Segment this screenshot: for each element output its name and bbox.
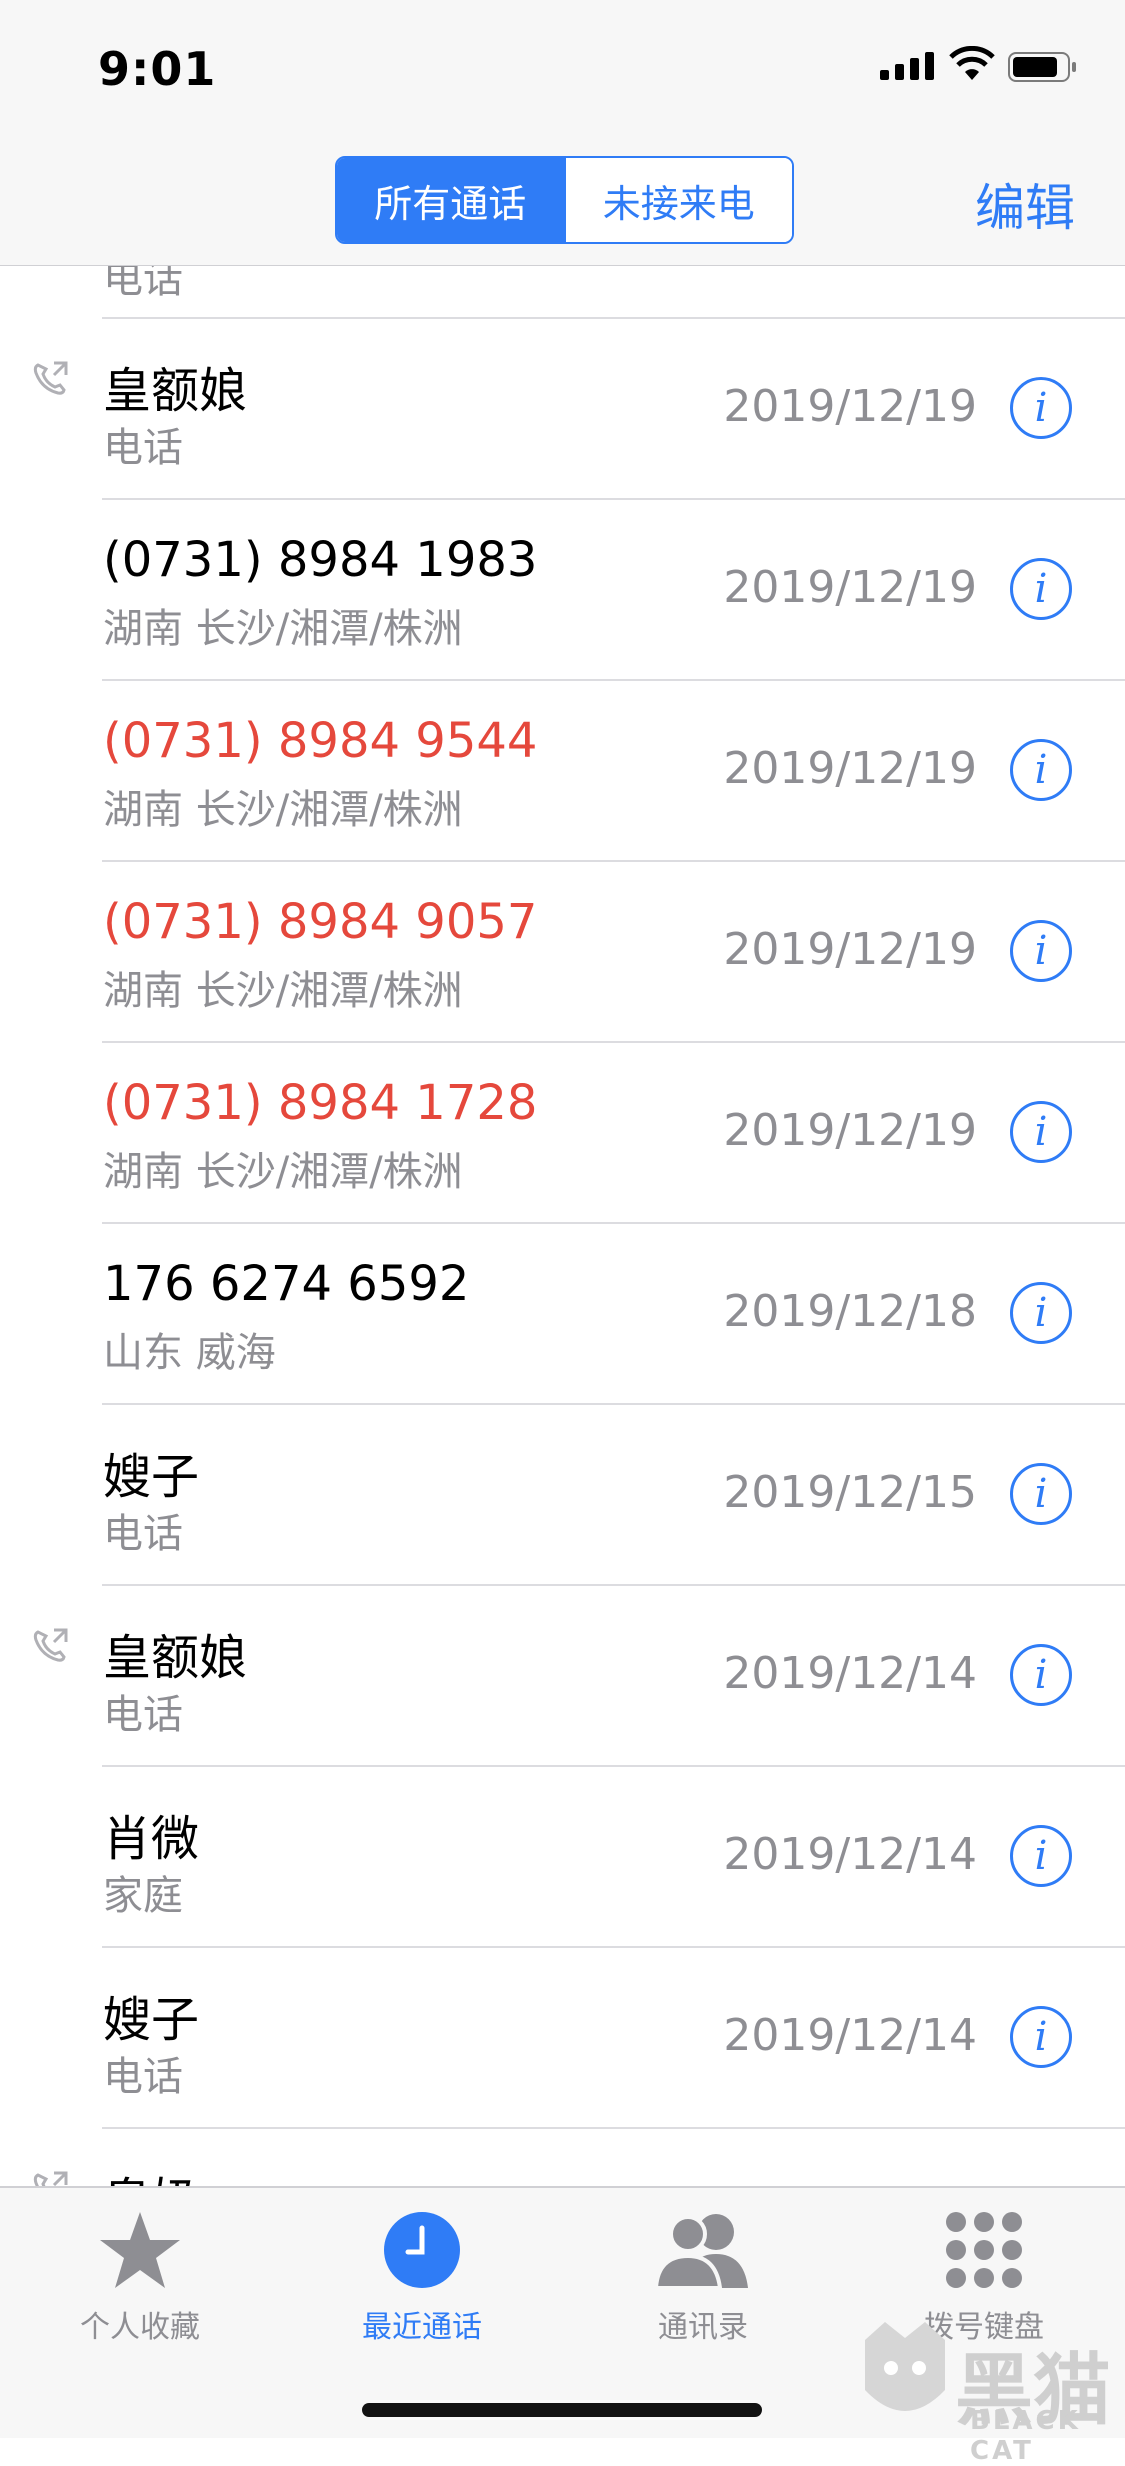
call-row[interactable]: 皇额娘电话 2019/12/14 i — [0, 1586, 1125, 1767]
segment-missed-calls[interactable]: 未接来电 — [563, 158, 792, 242]
call-date: 2019/12/19 — [723, 924, 977, 975]
watermark-subtext: BLACK CAT — [970, 2406, 1081, 2466]
status-bar: 9:01 — [0, 0, 1125, 140]
info-icon[interactable]: i — [1010, 920, 1072, 982]
caller-subtitle: 电话 — [103, 1511, 183, 1557]
outgoing-call-icon — [33, 361, 68, 395]
tab-label: 最近通话 — [362, 2310, 482, 2345]
info-icon[interactable]: i — [1010, 558, 1072, 620]
call-row[interactable]: 嫂子电话 2019/12/15 i — [0, 1405, 1125, 1586]
info-icon[interactable]: i — [1010, 739, 1072, 801]
caller-subtitle: 湖南 长沙/湘潭/株洲 — [103, 1149, 463, 1195]
caller-subtitle: 电话 — [103, 2054, 183, 2100]
caller-name: (0731) 8984 9544 — [103, 713, 538, 769]
keypad-icon — [946, 2212, 1022, 2288]
caller-subtitle: 山东 威海 — [103, 1330, 276, 1376]
caller-subtitle: 湖南 长沙/湘潭/株洲 — [103, 968, 463, 1014]
caller-name: 皇奶 — [103, 2161, 199, 2186]
call-date: 2019/12/19 — [723, 743, 977, 794]
cat-logo-icon — [865, 2322, 945, 2411]
tab-favorites[interactable]: 个人收藏 — [40, 2202, 240, 2346]
info-icon[interactable]: i — [1010, 1463, 1072, 1525]
call-row[interactable]: (0731) 8984 1983 湖南 长沙/湘潭/株洲 2019/12/19 i — [0, 500, 1125, 681]
caller-name: 嫂子 — [103, 1449, 200, 1505]
call-row[interactable]: (0731) 8984 9057 湖南 长沙/湘潭/株洲 2019/12/19 i — [0, 862, 1125, 1043]
caller-name: 皇额娘 — [103, 363, 248, 419]
watermark: 黑猫 BLACK CAT — [855, 2320, 1111, 2466]
call-row[interactable]: 皇奶i — [0, 2129, 1125, 2186]
caller-subtitle: 家庭 — [103, 1873, 183, 1919]
tab-contacts[interactable]: 通讯录 — [603, 2202, 803, 2346]
caller-name: (0731) 8984 1728 — [103, 1075, 538, 1131]
caller-subtitle: 电话 — [103, 1692, 183, 1738]
info-icon[interactable]: i — [1010, 1644, 1072, 1706]
caller-name: (0731) 8984 9057 — [103, 894, 538, 950]
call-row[interactable]: 肖微家庭 2019/12/14 i — [0, 1767, 1125, 1948]
info-icon[interactable]: i — [1010, 1282, 1072, 1344]
cellular-signal-icon — [880, 52, 934, 80]
call-date: 2019/12/14 — [723, 2010, 977, 2061]
caller-name: 176 6274 6592 — [103, 1256, 470, 1312]
call-date: 2019/12/19 — [723, 1105, 977, 1156]
call-date: 2019/12/14 — [723, 1829, 977, 1880]
status-time: 9:01 — [98, 42, 217, 96]
call-date: 2019/12/15 — [723, 1467, 977, 1518]
partial-row-subtitle: 电话 — [103, 266, 183, 302]
battery-icon — [1008, 52, 1076, 82]
segmented-control: 所有通话 未接来电 — [335, 156, 794, 244]
edit-button[interactable]: 编辑 — [975, 168, 1075, 240]
outgoing-call-icon — [33, 1628, 68, 1662]
call-date: 2019/12/14 — [723, 1648, 977, 1699]
call-row[interactable]: 176 6274 6592 山东 威海 2019/12/18 i — [0, 1224, 1125, 1405]
call-date: 2019/12/19 — [723, 381, 977, 432]
outgoing-call-icon — [33, 2171, 68, 2186]
contacts-icon — [653, 2214, 748, 2290]
home-indicator[interactable] — [362, 2403, 762, 2417]
tab-label: 个人收藏 — [80, 2310, 200, 2345]
call-date: 2019/12/18 — [723, 1286, 977, 1337]
info-icon[interactable]: i — [1010, 1101, 1072, 1163]
info-icon[interactable]: i — [1010, 2006, 1072, 2068]
call-row[interactable]: (0731) 8984 9544 湖南 长沙/湘潭/株洲 2019/12/19 i — [0, 681, 1125, 862]
call-date: 2019/12/19 — [723, 562, 977, 613]
recent-calls-list[interactable]: 电话 皇额娘 电话 2019/12/19 i (0731) 8984 1983 湖南 长沙… — [0, 266, 1125, 2186]
caller-subtitle: 湖南 长沙/湘潭/株洲 — [103, 787, 463, 833]
caller-subtitle: 湖南 长沙/湘潭/株洲 — [103, 606, 463, 652]
caller-name: 皇额娘 — [103, 1630, 248, 1686]
info-icon[interactable]: i — [1010, 1825, 1072, 1887]
caller-name: 肖微 — [103, 1811, 200, 1867]
segment-all-calls[interactable]: 所有通话 — [337, 158, 564, 242]
clock-icon — [384, 2212, 460, 2288]
call-row[interactable]: (0731) 8984 1728 湖南 长沙/湘潭/株洲 2019/12/19 i — [0, 1043, 1125, 1224]
navigation-bar: 所有通话 未接来电 编辑 — [0, 140, 1125, 266]
call-row[interactable]: 皇额娘电话 2019/12/19 i — [0, 319, 1125, 500]
call-row[interactable]: 嫂子电话 2019/12/14 i — [0, 1948, 1125, 2129]
tab-label: 通讯录 — [658, 2310, 748, 2345]
wifi-icon — [949, 46, 995, 80]
tab-recents[interactable]: 最近通话 — [322, 2202, 522, 2346]
star-icon — [100, 2212, 180, 2288]
caller-name: 嫂子 — [103, 1992, 200, 2048]
caller-subtitle: 电话 — [103, 425, 183, 471]
caller-name: (0731) 8984 1983 — [103, 532, 538, 588]
info-icon[interactable]: i — [1010, 377, 1072, 439]
